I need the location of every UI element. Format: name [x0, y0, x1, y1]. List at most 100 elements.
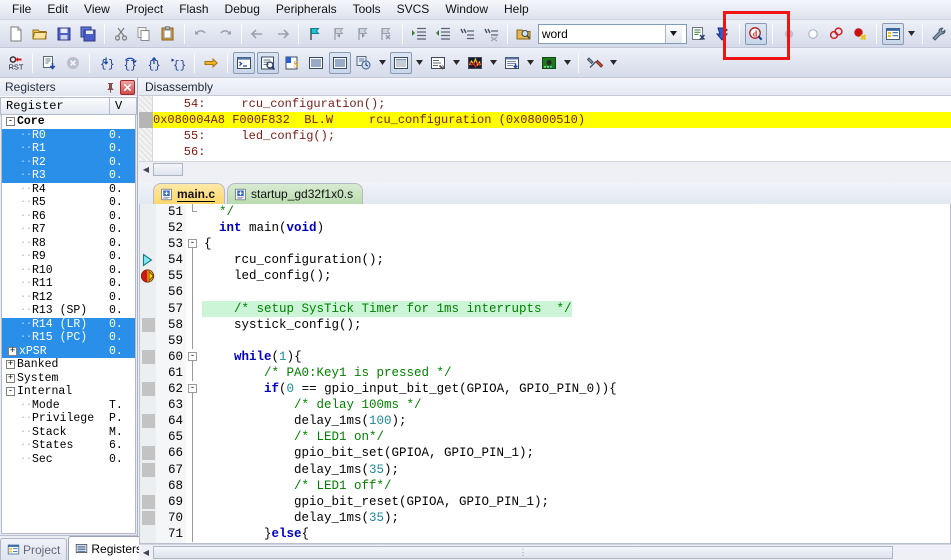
- trace-window-icon[interactable]: [501, 52, 523, 74]
- editor-fold-cell[interactable]: -: [186, 349, 202, 365]
- bookmark-next-icon[interactable]: [352, 23, 374, 45]
- menu-item-tools[interactable]: Tools: [345, 0, 389, 19]
- editor-code-line[interactable]: /* LED1 off*/: [202, 478, 950, 494]
- system-viewer-chevron-down-icon[interactable]: [561, 52, 574, 74]
- system-viewer-icon[interactable]: [538, 52, 560, 74]
- menu-item-svcs[interactable]: SVCS: [389, 0, 438, 19]
- editor-marker-cell[interactable]: [140, 284, 156, 300]
- command-window-icon[interactable]: [233, 52, 255, 74]
- bookmark-toggle-icon[interactable]: [304, 23, 326, 45]
- editor-marker-cell[interactable]: [140, 526, 156, 542]
- register-row[interactable]: ··R10.: [2, 142, 135, 156]
- save-icon[interactable]: [53, 23, 75, 45]
- show-next-statement-icon[interactable]: [200, 52, 222, 74]
- collapse-twisty-icon[interactable]: -: [6, 387, 15, 396]
- menu-item-project[interactable]: Project: [118, 0, 171, 19]
- editor-marker-cell[interactable]: [140, 268, 156, 284]
- configure-icon[interactable]: [928, 23, 950, 45]
- scroll-thumb[interactable]: [153, 163, 183, 176]
- symbols-window-icon[interactable]: S: [281, 52, 303, 74]
- disassembly-line[interactable]: 54: rcu_configuration();: [139, 96, 951, 112]
- step-over-icon[interactable]: {}: [119, 52, 141, 74]
- pane-tab-registers[interactable]: Registers: [68, 536, 149, 560]
- editor-fold-cell[interactable]: -: [186, 236, 202, 252]
- menu-item-window[interactable]: Window: [437, 0, 496, 19]
- code-editor[interactable]: 5152535455565758596061626364656667686970…: [139, 204, 951, 544]
- editor-marker-cell[interactable]: [140, 462, 156, 478]
- analysis-window-icon[interactable]: [464, 52, 486, 74]
- register-row[interactable]: ··Sec0.: [2, 453, 135, 467]
- enable-breakpoint-icon[interactable]: [802, 23, 824, 45]
- collapse-twisty-icon[interactable]: -: [6, 117, 15, 126]
- find-combo[interactable]: [538, 24, 687, 44]
- editor-hscrollbar[interactable]: ◀ ⋮: [139, 544, 951, 560]
- register-row[interactable]: ··R120.: [2, 291, 135, 305]
- pin-icon[interactable]: [103, 80, 118, 95]
- editor-marker-cell[interactable]: [140, 510, 156, 526]
- register-row[interactable]: ··PrivilegeP.: [2, 412, 135, 426]
- editor-code-line[interactable]: if(0 == gpio_input_bit_get(GPIOA, GPIO_P…: [202, 381, 950, 397]
- indent-icon[interactable]: [408, 23, 430, 45]
- editor-code-line[interactable]: }else{: [202, 526, 950, 542]
- disassembly-line[interactable]: 56:: [139, 144, 951, 160]
- editor-marker-cell[interactable]: [140, 397, 156, 413]
- register-row[interactable]: ··R14 (LR)0.: [2, 318, 135, 332]
- register-row[interactable]: ··R70.: [2, 223, 135, 237]
- editor-code-line[interactable]: gpio_bit_set(GPIOA, GPIO_PIN_1);: [202, 445, 950, 461]
- call-stack-window-icon[interactable]: [329, 52, 351, 74]
- expand-twisty-icon[interactable]: +: [6, 374, 15, 383]
- register-row[interactable]: ··StackM.: [2, 426, 135, 440]
- breakpoint-with-arrow-icon[interactable]: [141, 269, 155, 283]
- editor-tab-main-c[interactable]: main.c: [153, 183, 225, 204]
- serial-window-icon[interactable]: [427, 52, 449, 74]
- toolbox-chevron-down-icon[interactable]: [607, 52, 620, 74]
- find-in-files-icon[interactable]: [513, 23, 535, 45]
- editor-code-line[interactable]: delay_1ms(100);: [202, 413, 950, 429]
- reset-cpu-icon[interactable]: RST: [5, 52, 27, 74]
- register-row[interactable]: -Internal: [2, 385, 135, 399]
- editor-code-line[interactable]: /* PA0:Key1 is pressed */: [202, 365, 950, 381]
- value-column-header[interactable]: V: [110, 97, 137, 115]
- register-row[interactable]: ··R100.: [2, 264, 135, 278]
- watch-window-chevron-down-icon[interactable]: [376, 52, 389, 74]
- navigate-forward-icon[interactable]: [271, 23, 293, 45]
- copy-icon[interactable]: [133, 23, 155, 45]
- trace-window-chevron-down-icon[interactable]: [524, 52, 537, 74]
- editor-code-line[interactable]: /* setup SysTick Timer for 1ms interrupt…: [202, 301, 950, 317]
- editor-code-line[interactable]: /* LED1 on*/: [202, 429, 950, 445]
- disassembly-body[interactable]: 54: rcu_configuration(); 0x080004A8 F000…: [139, 95, 951, 161]
- editor-code-line[interactable]: int main(void): [202, 220, 950, 236]
- paste-icon[interactable]: [157, 23, 179, 45]
- start-stop-debug-session-icon[interactable]: d: [745, 23, 767, 45]
- editor-code-line[interactable]: while(1){: [202, 349, 950, 365]
- new-file-icon[interactable]: [5, 23, 27, 45]
- undo-icon[interactable]: [190, 23, 212, 45]
- serial-window-chevron-down-icon[interactable]: [450, 52, 463, 74]
- editor-code-line[interactable]: systick_config();: [202, 317, 950, 333]
- scroll-left-icon[interactable]: ◀: [139, 163, 153, 177]
- disassembly-hscrollbar[interactable]: ◀: [139, 161, 951, 177]
- editor-marker-cell[interactable]: [140, 494, 156, 510]
- bookmark-clear-icon[interactable]: [375, 23, 397, 45]
- register-row[interactable]: +xPSR0.: [2, 345, 135, 359]
- cut-icon[interactable]: [110, 23, 132, 45]
- menu-item-view[interactable]: View: [76, 0, 118, 19]
- outdent-icon[interactable]: [432, 23, 454, 45]
- menu-item-peripherals[interactable]: Peripherals: [268, 0, 345, 19]
- redo-icon[interactable]: [214, 23, 236, 45]
- watch-window-icon[interactable]: [353, 52, 375, 74]
- toolbox-icon[interactable]: [584, 52, 606, 74]
- bookmark-prev-icon[interactable]: [328, 23, 350, 45]
- editor-marker-cell[interactable]: [140, 349, 156, 365]
- register-row[interactable]: +System: [2, 372, 135, 386]
- editor-marker-cell[interactable]: [140, 381, 156, 397]
- editor-scroll-thumb[interactable]: ⋮: [153, 546, 893, 559]
- editor-code-area[interactable]: */ int main(void){ rcu_configuration(); …: [202, 204, 950, 544]
- editor-marker-cell[interactable]: [140, 445, 156, 461]
- step-out-icon[interactable]: {}: [143, 52, 165, 74]
- register-row[interactable]: ··R30.: [2, 169, 135, 183]
- register-row[interactable]: ··R80.: [2, 237, 135, 251]
- navigate-back-icon[interactable]: [247, 23, 269, 45]
- editor-code-line[interactable]: [202, 333, 950, 349]
- editor-code-line[interactable]: [202, 284, 950, 300]
